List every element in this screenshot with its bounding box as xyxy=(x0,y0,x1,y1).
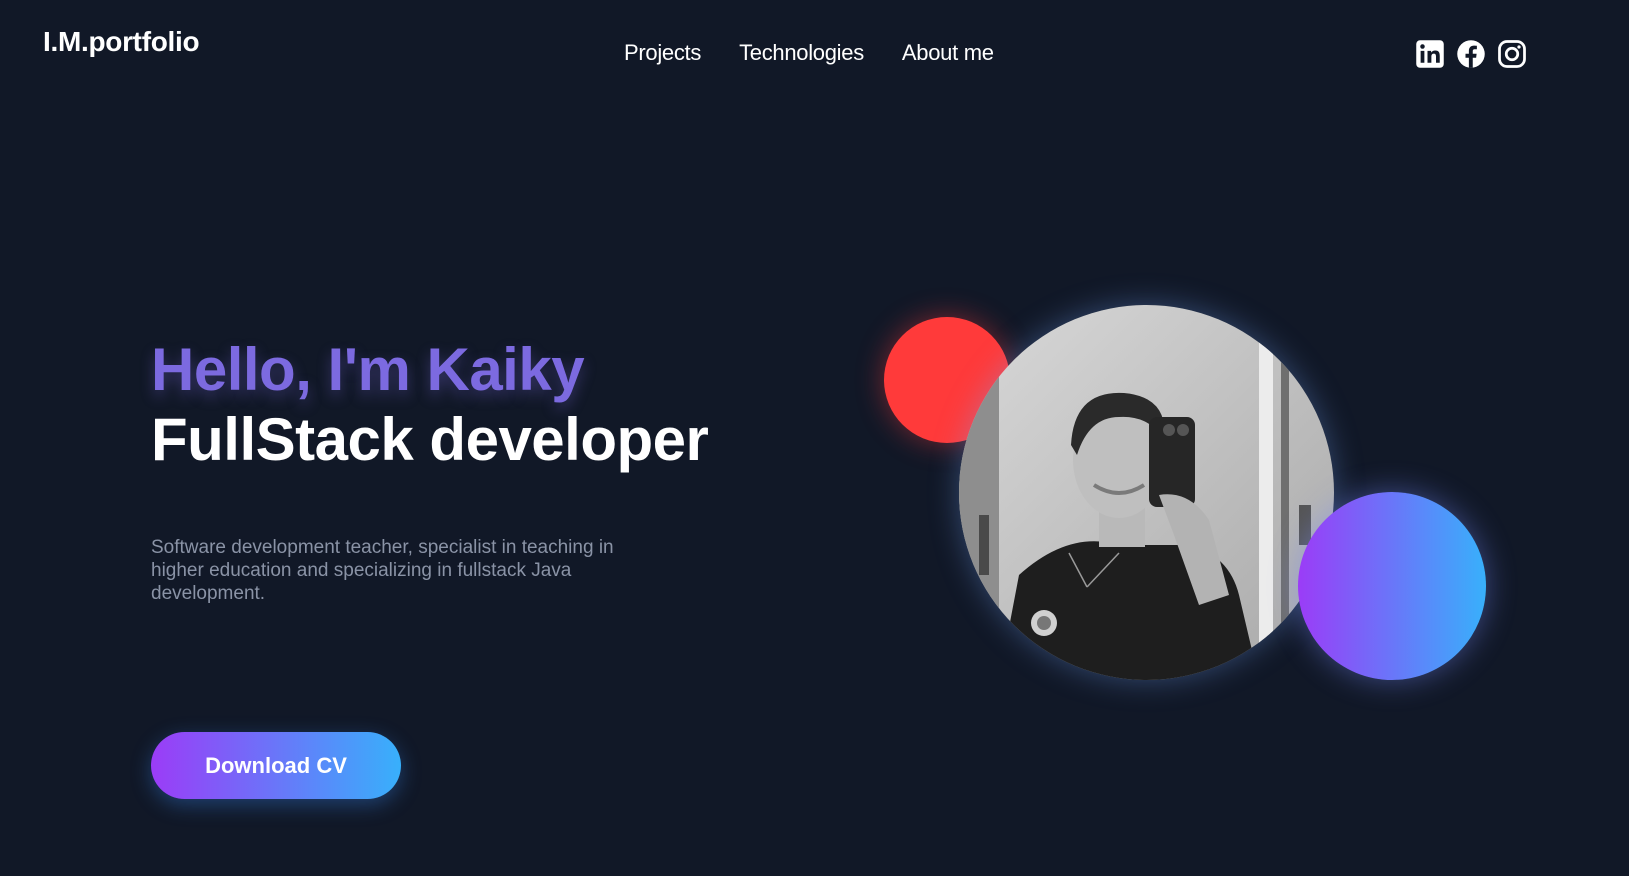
hero-description: Software development teacher, specialist… xyxy=(151,537,614,604)
linkedin-icon xyxy=(1416,40,1444,68)
decorative-gradient-circle xyxy=(1298,492,1486,680)
nav-technologies[interactable]: Technologies xyxy=(739,40,864,66)
facebook-icon xyxy=(1457,40,1485,68)
linkedin-link[interactable] xyxy=(1415,39,1445,69)
main-nav: Projects Technologies About me xyxy=(624,40,994,66)
social-links xyxy=(1415,39,1527,69)
nav-about-me[interactable]: About me xyxy=(902,40,994,66)
site-logo[interactable]: I.M.portfolio xyxy=(43,26,200,58)
nav-projects[interactable]: Projects xyxy=(624,40,701,66)
facebook-link[interactable] xyxy=(1456,39,1486,69)
hero-role: FullStack developer xyxy=(151,406,709,473)
profile-photo-illustration xyxy=(959,305,1334,680)
instagram-icon xyxy=(1498,40,1526,68)
profile-photo xyxy=(959,305,1334,680)
hero-greeting: Hello, I'm Kaiky xyxy=(151,336,585,403)
download-cv-button[interactable]: Download CV xyxy=(151,732,401,799)
instagram-link[interactable] xyxy=(1497,39,1527,69)
